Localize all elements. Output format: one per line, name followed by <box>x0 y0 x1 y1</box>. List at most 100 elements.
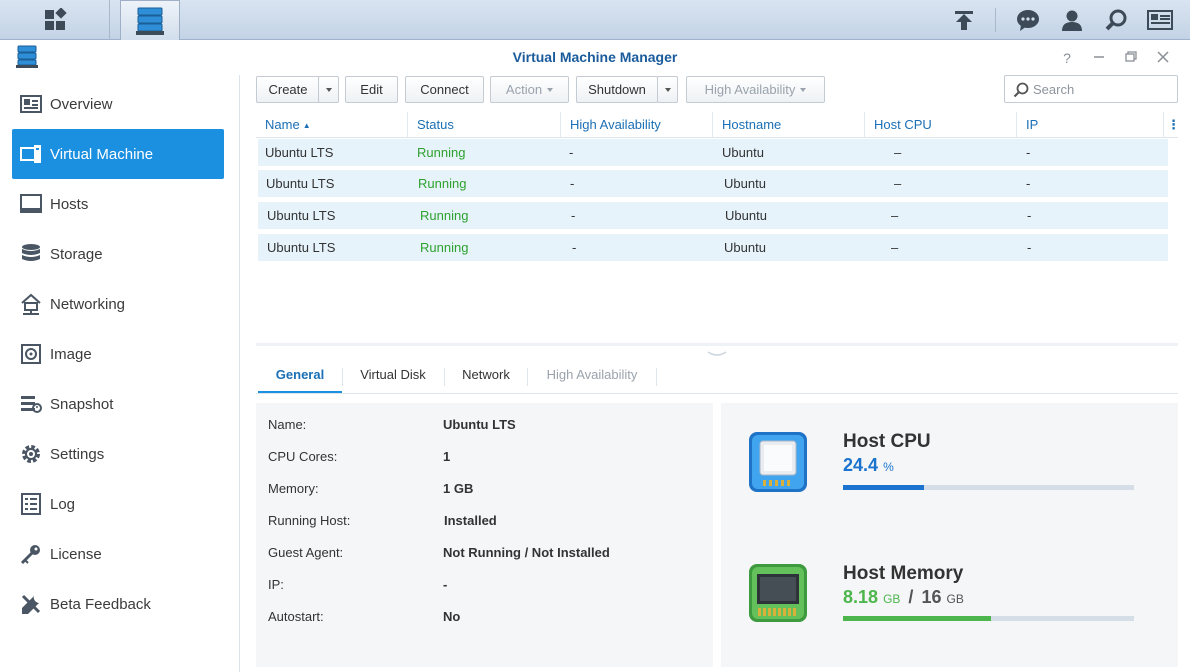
network-house-icon <box>20 293 42 315</box>
high-availability-button[interactable]: High Availability <box>686 76 825 103</box>
table-row[interactable]: Ubuntu LTS Running - Ubuntu – - <box>258 170 1168 198</box>
table-row[interactable]: Ubuntu LTS Running - Ubuntu – - <box>258 139 1168 167</box>
gear-icon <box>20 443 42 465</box>
chevron-down-icon <box>664 87 671 92</box>
column-header-high-availability[interactable]: High Availability <box>561 112 713 138</box>
chevron-down-icon <box>800 87 807 92</box>
sidebar-item-label: Virtual Machine <box>50 145 154 163</box>
sidebar: Overview Virtual Machine Hosts Storage N… <box>0 75 240 672</box>
cell-status: Running <box>417 145 466 160</box>
column-header-status[interactable]: Status <box>408 112 561 138</box>
memory-module-icon <box>749 564 807 622</box>
cell-hostname: Ubuntu <box>724 240 766 255</box>
sidebar-item-label: Networking <box>50 295 126 313</box>
messages-button[interactable] <box>1006 0 1050 40</box>
collapse-handle-icon[interactable] <box>706 346 728 356</box>
tab-general[interactable]: General <box>258 360 342 393</box>
sidebar-item-virtual-machine[interactable]: Virtual Machine <box>12 129 224 179</box>
search-input[interactable] <box>1033 81 1163 97</box>
minimize-icon[interactable] <box>1090 49 1108 67</box>
info-label: Guest Agent: <box>268 545 344 560</box>
general-info-panel: Name: Ubuntu LTS CPU Cores: 1 Memory: 1 … <box>256 403 713 667</box>
chevron-down-icon <box>547 87 554 92</box>
shutdown-button[interactable]: Shutdown <box>576 76 658 103</box>
column-header-ip[interactable]: IP <box>1017 112 1164 138</box>
close-icon[interactable] <box>1154 49 1172 67</box>
database-icon <box>20 243 42 265</box>
sidebar-item-networking[interactable]: Networking <box>12 279 224 329</box>
host-cpu-title: Host CPU <box>843 431 931 452</box>
snapshot-icon <box>20 393 42 415</box>
create-button[interactable]: Create <box>256 76 320 103</box>
widgets-button[interactable] <box>1138 0 1182 40</box>
taskbar <box>0 0 1190 40</box>
table-row[interactable]: Ubuntu LTS Running - Ubuntu – - <box>258 202 1168 230</box>
host-cpu-percent: 24.4 <box>843 455 879 475</box>
info-label: Running Host: <box>268 513 351 528</box>
cell-host-cpu: – <box>894 145 902 160</box>
sidebar-item-label: Beta Feedback <box>50 595 151 613</box>
tab-virtual-disk[interactable]: Virtual Disk <box>343 360 443 393</box>
key-icon <box>20 543 42 565</box>
sidebar-item-overview[interactable]: Overview <box>12 79 224 129</box>
cell-name: Ubuntu LTS <box>267 208 336 223</box>
cell-status: Running <box>420 208 469 223</box>
info-value: No <box>443 609 461 624</box>
cell-high-availability: - <box>572 240 577 255</box>
info-value: Ubuntu LTS <box>443 417 516 432</box>
cell-name: Ubuntu LTS <box>265 145 334 160</box>
cell-ip: - <box>1027 208 1032 223</box>
cell-status: Running <box>420 240 469 255</box>
host-cpu-value: 24.4 % <box>843 455 894 476</box>
sidebar-item-log[interactable]: Log <box>12 479 224 529</box>
upload-button[interactable] <box>942 0 986 40</box>
virtual-machine-icon <box>20 143 42 165</box>
tab-network[interactable]: Network <box>445 360 527 393</box>
image-disc-icon <box>20 343 42 365</box>
main-menu-button[interactable] <box>0 0 110 40</box>
create-dropdown-button[interactable] <box>318 76 339 103</box>
cell-high-availability: - <box>569 145 574 160</box>
host-memory-total-unit: GB <box>946 592 964 606</box>
maximize-icon[interactable] <box>1122 49 1140 67</box>
info-label: Name: <box>268 417 307 432</box>
connect-button[interactable]: Connect <box>405 76 484 103</box>
cell-ip: - <box>1026 145 1031 160</box>
host-memory-bar <box>843 616 1134 621</box>
column-header-hostname[interactable]: Hostname <box>713 112 865 138</box>
cell-hostname: Ubuntu <box>725 208 767 223</box>
host-memory-used-unit: GB <box>883 592 901 606</box>
shutdown-dropdown-button[interactable] <box>657 76 678 103</box>
host-cpu-bar-fill <box>843 485 925 490</box>
sidebar-item-license[interactable]: License <box>12 529 224 579</box>
sidebar-item-hosts[interactable]: Hosts <box>12 179 224 229</box>
sidebar-item-beta-feedback[interactable]: Beta Feedback <box>12 579 224 629</box>
cell-host-cpu: – <box>891 208 899 223</box>
search-button[interactable] <box>1094 0 1138 40</box>
cell-name: Ubuntu LTS <box>267 240 336 255</box>
sidebar-item-image[interactable]: Image <box>12 329 224 379</box>
sidebar-item-snapshot[interactable]: Snapshot <box>12 379 224 429</box>
cell-high-availability: - <box>571 208 576 223</box>
info-label: CPU Cores: <box>268 449 338 464</box>
sidebar-item-storage[interactable]: Storage <box>12 229 224 279</box>
table-row[interactable]: Ubuntu LTS Running - Ubuntu – - <box>258 234 1168 262</box>
info-value: Installed <box>444 513 497 528</box>
sidebar-item-settings[interactable]: Settings <box>12 429 224 479</box>
server-stack-icon <box>136 7 164 35</box>
cell-ip: - <box>1027 240 1032 255</box>
help-icon[interactable]: ? <box>1058 49 1076 67</box>
column-header-host-cpu[interactable]: Host CPU <box>865 112 1017 138</box>
user-button[interactable] <box>1050 0 1094 40</box>
vmm-taskbar-button[interactable] <box>120 0 180 40</box>
action-button[interactable]: Action <box>490 76 569 103</box>
user-icon <box>1062 10 1082 31</box>
widgets-icon <box>1147 10 1173 30</box>
column-header-name[interactable]: Name ▲ <box>256 112 408 138</box>
detail-tabs: General Virtual Disk Network High Availa… <box>256 360 1178 394</box>
info-value: 1 GB <box>443 481 474 496</box>
column-menu-icon[interactable]: ⋮ <box>1164 112 1180 138</box>
tab-high-availability[interactable]: High Availability <box>528 360 656 393</box>
edit-button[interactable]: Edit <box>345 76 398 103</box>
search-box[interactable] <box>1004 75 1178 103</box>
